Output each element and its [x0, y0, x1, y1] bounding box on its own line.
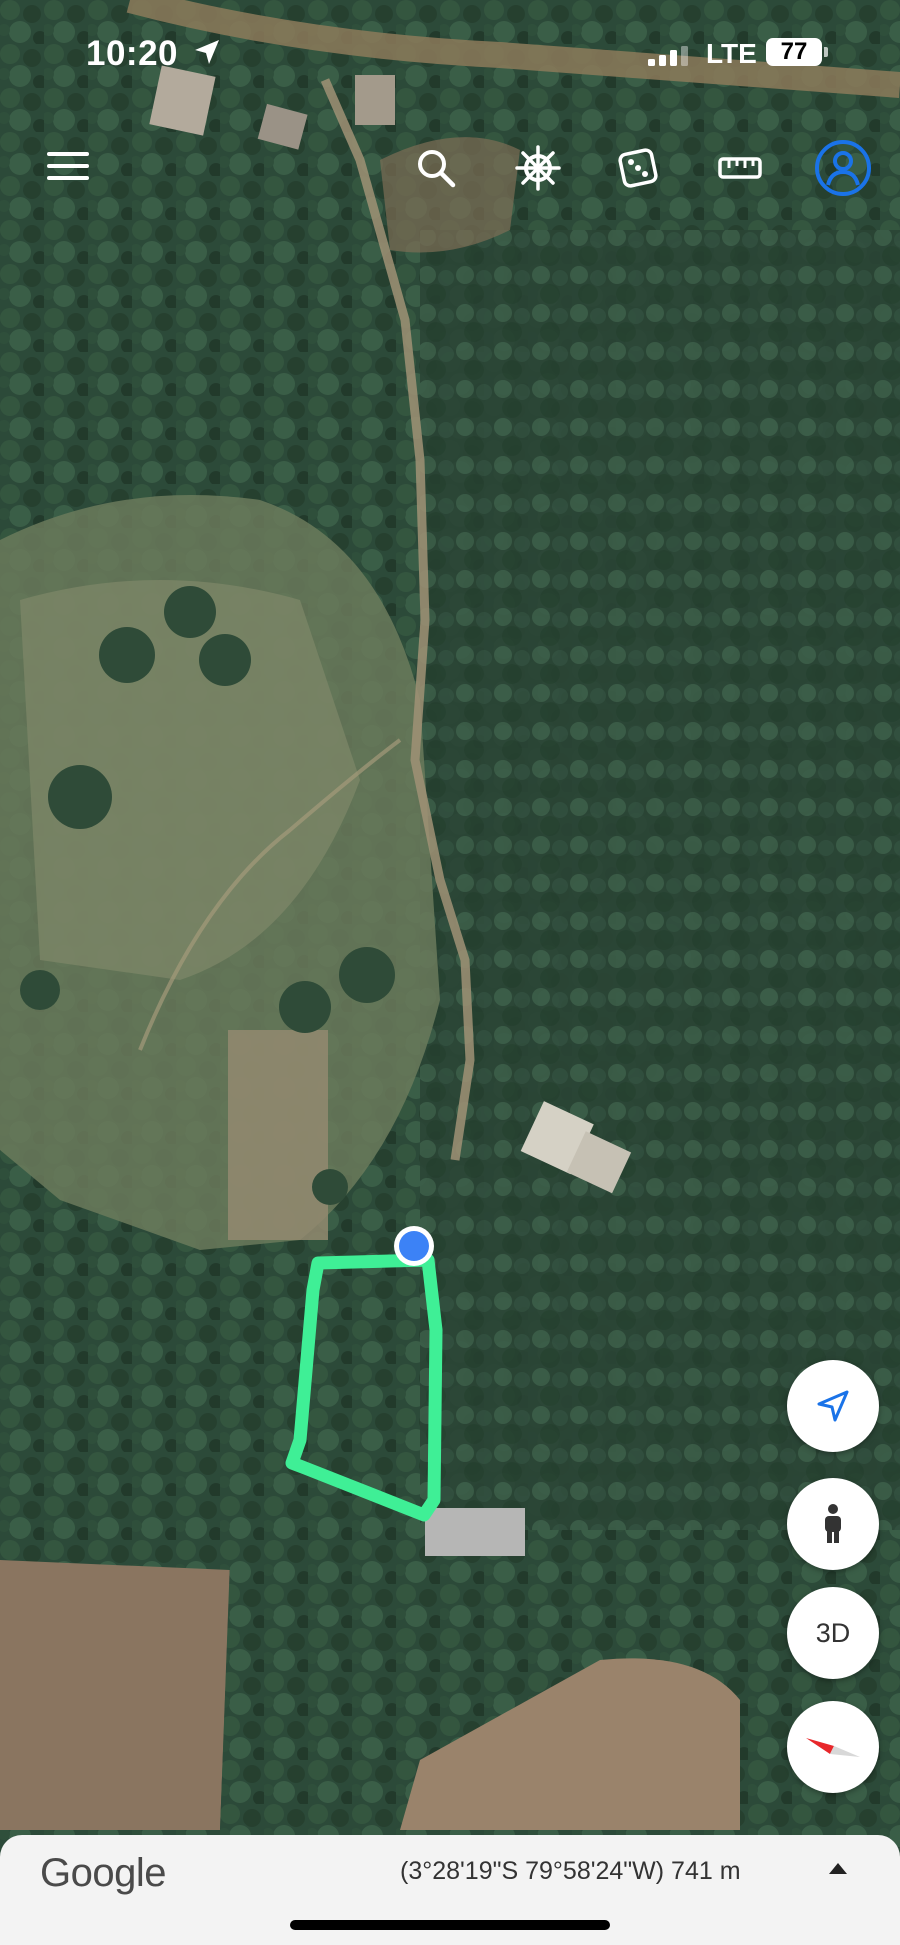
expand-arrow-icon[interactable]	[829, 1863, 847, 1874]
location-services-icon	[195, 40, 219, 64]
toggle-3d-button[interactable]: 3D	[787, 1587, 879, 1679]
3d-label: 3D	[815, 1617, 851, 1648]
compass-icon	[806, 1738, 860, 1757]
my-location-button[interactable]	[787, 1360, 879, 1452]
profile-icon	[815, 140, 871, 196]
battery-indicator: 77	[766, 38, 828, 66]
navigation-arrow-icon	[817, 1390, 849, 1422]
compass-button[interactable]	[787, 1701, 879, 1793]
ruler-icon	[718, 157, 762, 179]
search-button[interactable]	[408, 140, 464, 196]
dice-icon	[618, 148, 658, 188]
google-logo: Google	[40, 1851, 166, 1895]
status-time: 10:20	[86, 34, 179, 73]
measure-button[interactable]	[712, 140, 768, 196]
status-bar: 10:20 LTE 77	[0, 0, 900, 100]
home-indicator	[290, 1920, 610, 1930]
voyager-button[interactable]	[510, 140, 566, 196]
ship-wheel-icon	[515, 145, 561, 191]
account-button[interactable]	[813, 138, 873, 198]
satellite-map[interactable]	[0, 0, 900, 1945]
coordinates-readout: (3°28'19"S 79°58'24"W) 741 m	[400, 1857, 741, 1885]
search-icon	[418, 150, 456, 188]
bottom-info-bar: Google (3°28'19"S 79°58'24"W) 741 m	[0, 1835, 900, 1945]
street-view-button[interactable]	[787, 1478, 879, 1570]
feeling-lucky-button[interactable]	[610, 140, 666, 196]
pegman-icon	[825, 1504, 841, 1543]
carrier-label: LTE	[706, 38, 757, 69]
menu-icon	[47, 152, 89, 180]
cell-signal-icon	[648, 46, 688, 66]
menu-button[interactable]	[40, 138, 96, 194]
